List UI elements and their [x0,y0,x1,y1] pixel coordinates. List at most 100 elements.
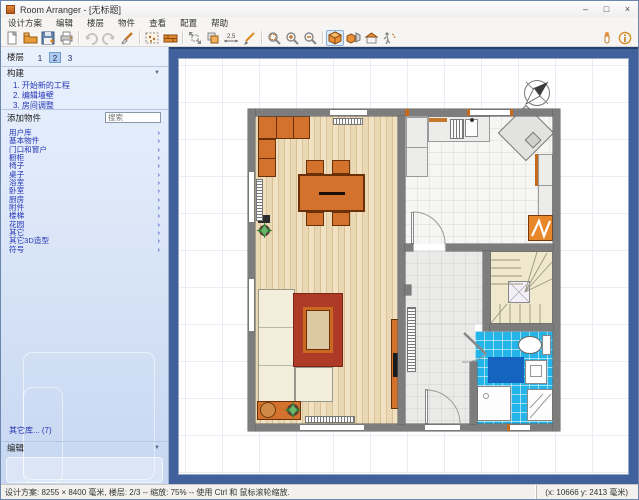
house-3d-button[interactable] [362,30,380,46]
compass-icon[interactable] [517,73,557,113]
category-garden[interactable]: 花园› [1,221,168,229]
floor-tab-1[interactable]: 1 [34,52,46,63]
category-bathroom[interactable]: 浴室› [1,179,168,187]
category-kitchen[interactable]: 厨房› [1,196,168,204]
minimize-button[interactable]: – [575,1,596,17]
edit-section-header[interactable]: 编辑 ▼ [1,441,168,454]
bathroom-sink[interactable] [525,360,547,384]
wall-kitchen-hall[interactable] [405,244,413,251]
undo-button[interactable] [82,30,100,46]
radiator-top[interactable] [333,118,363,125]
category-chairs[interactable]: 椅子› [1,162,168,170]
pointer-mode-button[interactable] [598,30,616,46]
stair-void[interactable] [508,281,530,303]
walk-through-button[interactable] [380,30,398,46]
zoom-to-selection-button[interactable] [265,30,283,46]
save-button[interactable] [39,30,57,46]
kitchen-cabinet-right[interactable] [538,154,553,216]
floor-tab-3[interactable]: 3 [64,52,76,63]
round-side-table[interactable] [260,402,276,418]
sofa-white-long[interactable] [258,289,295,402]
dimensions-button[interactable]: 2.5 [222,30,240,46]
dining-table[interactable] [298,174,365,212]
other-libraries-link[interactable]: 其它库... (7) [9,425,52,436]
wall-outer-top[interactable] [248,109,560,116]
category-other-3d[interactable]: 其它3D造型› [1,237,168,245]
maximize-button[interactable]: □ [596,1,617,17]
format-brush-button[interactable] [118,30,136,46]
category-cabinets[interactable]: 橱柜› [1,154,168,162]
window-bottom[interactable] [300,424,364,431]
print-button[interactable] [57,30,75,46]
close-button[interactable]: × [617,1,638,17]
window-left-upper[interactable] [248,172,255,222]
category-stairs[interactable]: 楼梯› [1,212,168,220]
zoom-out-button[interactable] [301,30,319,46]
floor-pattern-button[interactable] [143,30,161,46]
menu-floor[interactable]: 楼层 [80,17,111,29]
wall-bath-left[interactable] [470,362,477,424]
menu-edit[interactable]: 编辑 [49,17,80,29]
category-tables[interactable]: 桌子› [1,171,168,179]
sideboard-l-top[interactable] [258,116,310,139]
menu-help[interactable]: 帮助 [204,17,235,29]
room-hallway[interactable] [405,251,483,324]
dining-chair[interactable] [332,212,350,226]
show-3d-objects-button[interactable] [344,30,362,46]
dining-chair[interactable] [332,160,350,174]
window-bathroom[interactable] [510,424,530,431]
toilet[interactable] [518,336,542,354]
bath-mat[interactable] [488,357,524,383]
wall-kitchen-hall[interactable] [446,244,553,251]
wall-pilaster[interactable] [405,285,411,295]
kitchen-sink[interactable] [465,119,478,137]
category-symbols[interactable]: 符号› [1,246,168,254]
coffee-table[interactable] [303,307,333,353]
open-project-button[interactable] [21,30,39,46]
menu-view[interactable]: 查看 [142,17,173,29]
category-doors-windows[interactable]: 门口和窗户› [1,146,168,154]
menu-config[interactable]: 配置 [173,17,204,29]
collapse-arrow-icon[interactable]: ▼ [154,70,160,76]
radiator-left[interactable] [256,179,263,221]
entry-door-opening[interactable] [425,424,460,431]
wall-bath-top[interactable] [490,324,553,331]
sofa-white-corner[interactable] [295,367,333,402]
sink-drainer[interactable] [450,119,464,139]
build-section-header[interactable]: 构建 ▼ [1,66,168,79]
about-info-button[interactable] [616,30,634,46]
draw-design-button[interactable] [240,30,258,46]
washing-machine[interactable] [527,389,553,421]
menu-object[interactable]: 物件 [111,17,142,29]
collapse-arrow-icon[interactable]: ▼ [154,445,160,451]
build-step-new-project[interactable]: 1. 开始新的工程 [13,81,70,91]
wall-outer-right[interactable] [553,109,560,431]
category-accessories[interactable]: 附件› [1,204,168,212]
object-search-input[interactable] [105,112,161,123]
floor-tab-2[interactable]: 2 [49,52,61,63]
kitchen-cabinet-left[interactable] [406,117,428,177]
build-step-edit-walls[interactable]: 2. 编辑墙壁 [13,91,70,101]
resize-object-button[interactable] [186,30,204,46]
radiator-hall[interactable] [407,307,416,372]
menu-design[interactable]: 设计方案 [1,17,49,29]
window-top[interactable] [330,109,367,116]
radiator-bottom[interactable] [305,416,355,423]
view-3d-button[interactable] [326,30,344,46]
duplicate-object-button[interactable] [204,30,222,46]
wall-stairs-left[interactable] [483,251,490,331]
plant[interactable] [284,401,302,419]
toilet-tank[interactable] [542,335,551,355]
new-file-button[interactable] [3,30,21,46]
dining-chair[interactable] [306,160,324,174]
appliance-zigzag[interactable] [528,215,553,241]
redo-button[interactable] [100,30,118,46]
zoom-in-button[interactable] [283,30,301,46]
entry-door-leaf[interactable] [425,389,428,424]
floor-plan[interactable] [248,109,560,431]
window-kitchen-top[interactable] [470,109,510,116]
wall-outer-left[interactable] [248,109,255,431]
window-left-lower[interactable] [248,279,255,331]
kitchen-door-leaf[interactable] [411,212,414,244]
shower-tray[interactable] [477,386,511,421]
